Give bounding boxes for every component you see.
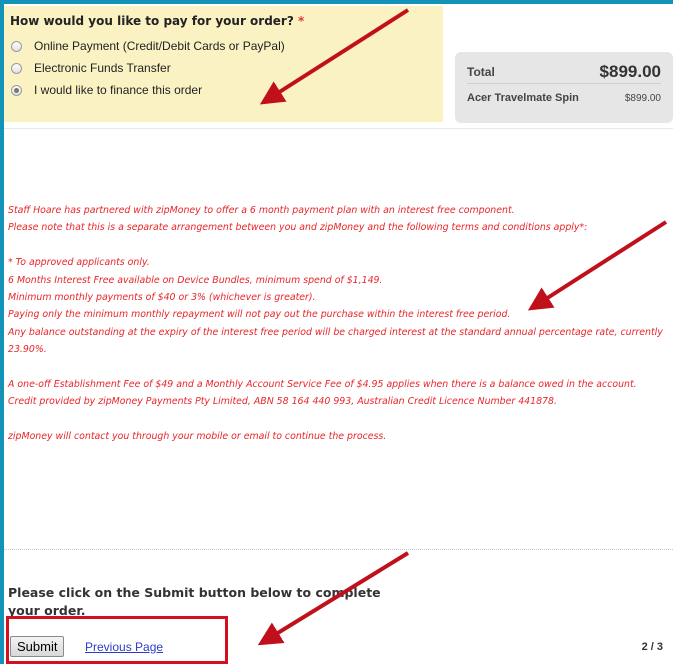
terms-line: Paying only the minimum monthly repaymen… xyxy=(8,309,511,321)
terms-line: Please note that this is a separate arra… xyxy=(8,222,588,234)
footer-divider xyxy=(4,549,673,550)
terms-spacer xyxy=(8,237,668,254)
payment-method-panel: How would you like to pay for your order… xyxy=(4,6,443,122)
checkout-form: How would you like to pay for your order… xyxy=(4,4,673,664)
total-label: Total xyxy=(467,64,495,79)
summary-total-row: Total $899.00 xyxy=(467,60,661,84)
payment-option-online[interactable]: Online Payment (Credit/Debit Cards or Pa… xyxy=(10,35,437,57)
payment-option-eft[interactable]: Electronic Funds Transfer xyxy=(10,57,437,79)
terms-line: Any balance outstanding at the expiry of… xyxy=(8,326,663,356)
terms-line: Credit provided by zipMoney Payments Pty… xyxy=(8,396,557,408)
page-indicator: 2 / 3 xyxy=(641,641,663,653)
payment-option-label: Online Payment (Credit/Debit Cards or Pa… xyxy=(34,39,285,53)
payment-option-label: Electronic Funds Transfer xyxy=(34,61,171,75)
item-name: Acer Travelmate Spin xyxy=(467,92,579,104)
annotation-highlight-box xyxy=(6,616,228,664)
total-value: $899.00 xyxy=(599,61,661,81)
item-price: $899.00 xyxy=(624,92,661,104)
terms-spacer xyxy=(8,359,668,376)
radio-finance[interactable] xyxy=(11,84,22,96)
terms-line: Minimum monthly payments of $40 or 3% (w… xyxy=(8,292,316,304)
payment-question-text: How would you like to pay for your order… xyxy=(10,14,294,28)
finance-terms: Staff Hoare has partnered with zipMoney … xyxy=(8,202,668,446)
terms-line: * To approved applicants only. xyxy=(8,257,150,269)
required-mark: * xyxy=(298,14,305,28)
terms-line: 6 Months Interest Free available on Devi… xyxy=(8,274,383,286)
order-summary: Total $899.00 Acer Travelmate Spin $899.… xyxy=(455,52,673,123)
terms-line: zipMoney will contact you through your m… xyxy=(8,431,387,443)
section-divider xyxy=(4,128,673,129)
radio-eft[interactable] xyxy=(11,62,22,74)
terms-line: Staff Hoare has partnered with zipMoney … xyxy=(8,205,515,216)
radio-online-payment[interactable] xyxy=(11,40,22,52)
terms-spacer xyxy=(8,411,668,428)
summary-item-row: Acer Travelmate Spin $899.00 xyxy=(467,84,661,112)
terms-line: A one-off Establishment Fee of $49 and a… xyxy=(8,379,637,391)
payment-option-label: I would like to finance this order xyxy=(34,83,203,97)
payment-question: How would you like to pay for your order… xyxy=(10,14,437,28)
payment-option-finance[interactable]: I would like to finance this order xyxy=(10,79,437,101)
submit-instructions: Please click on the Submit button below … xyxy=(8,585,381,616)
